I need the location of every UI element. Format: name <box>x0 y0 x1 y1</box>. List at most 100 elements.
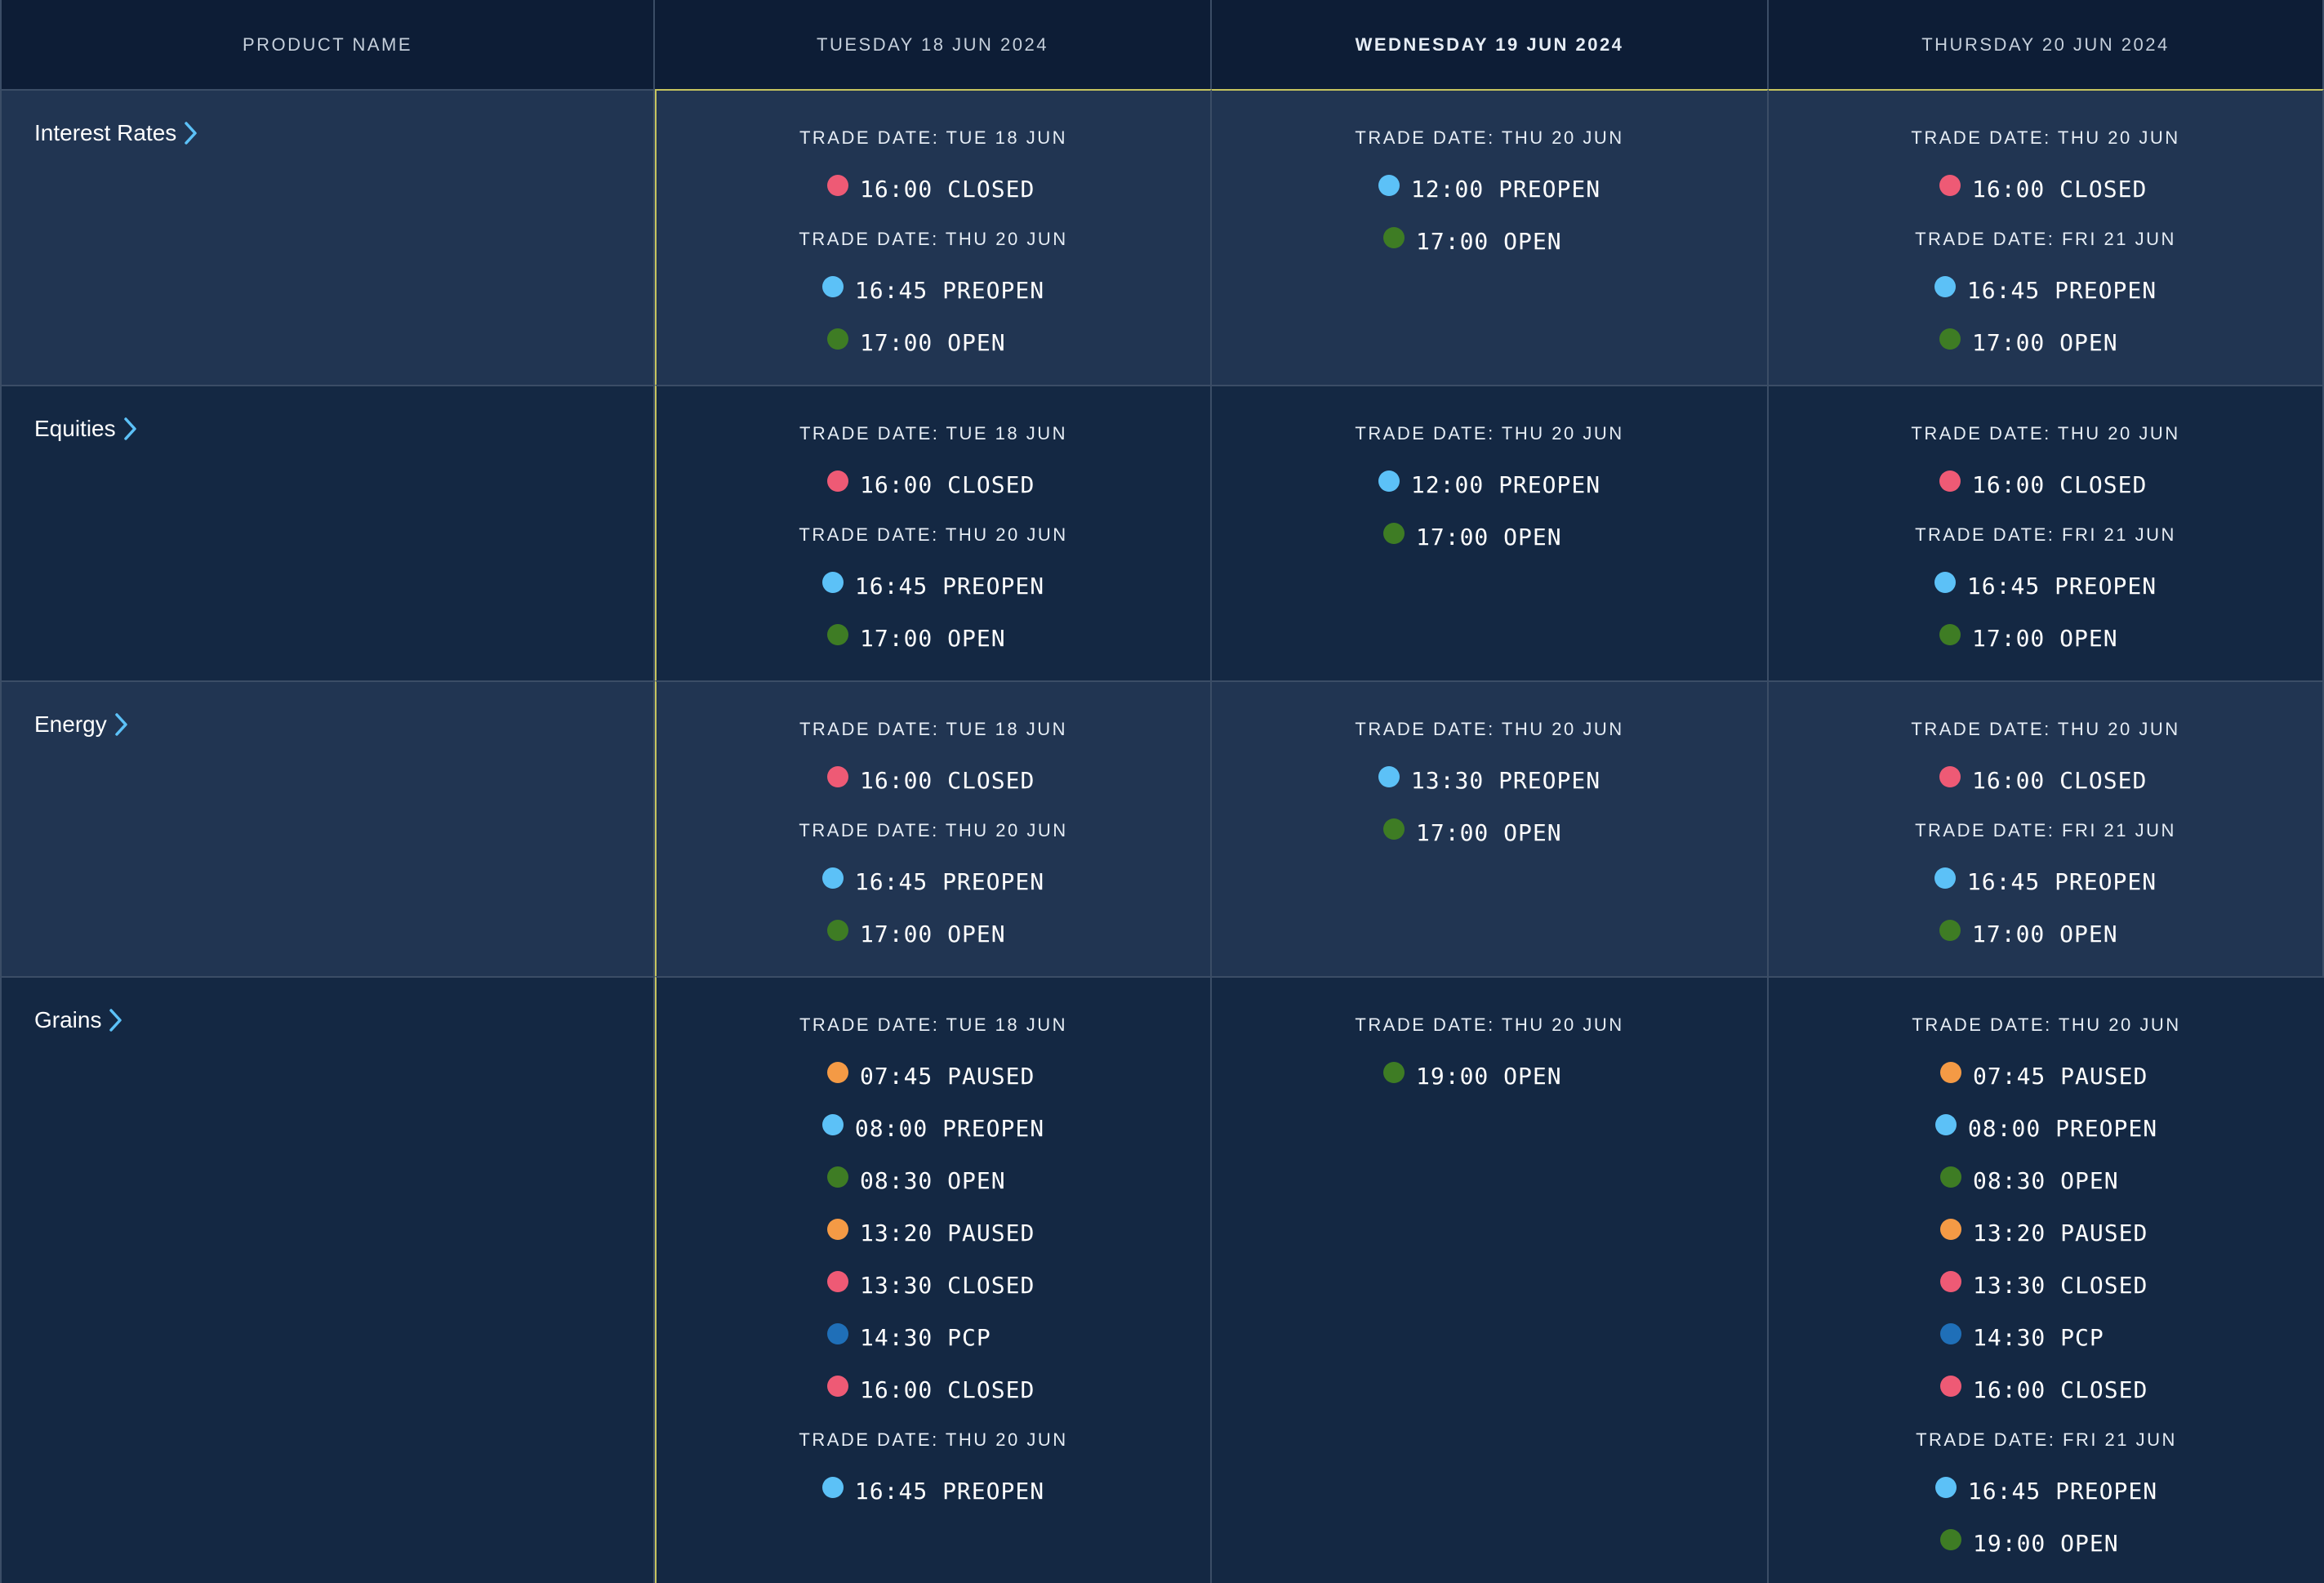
trade-date-label: TRADE DATE: THU 20 JUN <box>1355 127 1624 148</box>
event-time: 13:20 <box>1973 1219 2046 1246</box>
event-time: 16:45 <box>1967 1477 2041 1505</box>
product-name: Grains <box>34 1007 102 1032</box>
event-time: 16:00 <box>860 470 933 498</box>
event-status: PAUSED <box>2060 1062 2148 1090</box>
status-event: 16:45 PREOPEN <box>1934 1476 2158 1505</box>
event-status: CLOSED <box>2059 470 2148 498</box>
event-status: OPEN <box>947 920 1006 948</box>
event-time: 08:30 <box>1973 1166 2046 1194</box>
event-status: OPEN <box>947 1166 1006 1194</box>
event-status: PREOPEN <box>1498 175 1601 203</box>
status-event: 19:00 OPEN <box>1383 1061 1596 1090</box>
event-time: 16:00 <box>1973 1376 2046 1403</box>
status-dot-icon <box>827 1271 848 1292</box>
trade-date-label: TRADE DATE: THU 20 JUN <box>1911 127 2180 148</box>
status-event: 14:30 PCP <box>827 1322 1040 1352</box>
status-event: 16:45 PREOPEN <box>821 275 1044 305</box>
status-event: 16:00 CLOSED <box>827 174 1040 203</box>
header-day-wednesday: WEDNESDAY 19 JUN 2024 <box>1212 0 1769 89</box>
status-dot-icon <box>827 1323 848 1344</box>
status-dot-icon <box>827 328 848 350</box>
status-dot-icon <box>1940 1529 1961 1550</box>
event-time: 16:00 <box>860 1376 933 1403</box>
product-link[interactable]: Energy <box>34 711 130 738</box>
status-event: 16:45 PREOPEN <box>821 1476 1044 1505</box>
status-event: 12:00 PREOPEN <box>1378 174 1601 203</box>
event-time: 16:00 <box>860 175 933 203</box>
status-event: 17:00 OPEN <box>827 919 1040 948</box>
event-time: 07:45 <box>1973 1062 2046 1090</box>
event-time: 13:30 <box>1973 1271 2046 1299</box>
event-status: PREOPEN <box>942 572 1045 600</box>
event-time: 16:00 <box>860 766 933 794</box>
event-time: 13:30 <box>860 1271 933 1299</box>
event-status: OPEN <box>2059 624 2118 652</box>
event-status: OPEN <box>1503 227 1562 255</box>
status-event: 08:00 PREOPEN <box>821 1113 1044 1143</box>
schedule-cell: TRADE DATE: THU 20 JUN 16:00 CLOSED TRADE … <box>1769 385 2324 680</box>
status-dot-icon <box>827 470 848 492</box>
status-event: 13:20 PAUSED <box>1940 1218 2153 1247</box>
chevron-right-icon <box>114 713 127 736</box>
status-event: 19:00 OPEN <box>1940 1528 2153 1558</box>
trade-date-label: TRADE DATE: FRI 21 JUN <box>1916 1429 2177 1450</box>
status-dot-icon <box>1939 624 1961 645</box>
event-time: 19:00 <box>1416 1062 1489 1090</box>
event-time: 08:00 <box>854 1114 928 1142</box>
status-event: 17:00 OPEN <box>827 623 1040 653</box>
schedule-cell: TRADE DATE: THU 20 JUN 07:45 PAUSED 08:00 … <box>1769 976 2324 1583</box>
event-status: PREOPEN <box>1498 766 1601 794</box>
event-time: 17:00 <box>860 624 933 652</box>
status-dot-icon <box>827 1219 848 1240</box>
event-status: OPEN <box>2060 1166 2119 1194</box>
product-row-name-cell: Interest Rates <box>0 89 655 385</box>
status-dot-icon <box>827 1166 848 1188</box>
trade-date-label: TRADE DATE: THU 20 JUN <box>799 1429 1068 1450</box>
event-time: 13:30 <box>1410 766 1485 794</box>
event-status: OPEN <box>2060 1529 2119 1557</box>
schedule-cell: TRADE DATE: THU 20 JUN 19:00 OPEN <box>1212 976 1769 1583</box>
status-event: 17:00 OPEN <box>1939 623 2152 653</box>
chevron-right-icon <box>109 1009 122 1032</box>
status-event: 08:00 PREOPEN <box>1934 1113 2157 1143</box>
trade-date-label: TRADE DATE: THU 20 JUN <box>1355 719 1624 739</box>
trade-date-label: TRADE DATE: THU 20 JUN <box>799 524 1068 545</box>
product-link[interactable]: Grains <box>34 1007 124 1033</box>
trade-date-label: TRADE DATE: TUE 18 JUN <box>799 423 1067 444</box>
event-status: CLOSED <box>2059 766 2148 794</box>
status-dot-icon <box>1383 523 1405 544</box>
event-status: PREOPEN <box>2055 572 2157 600</box>
trade-date-label: TRADE DATE: TUE 18 JUN <box>799 1014 1067 1035</box>
status-event: 16:45 PREOPEN <box>1934 275 2157 305</box>
status-event: 12:00 PREOPEN <box>1378 470 1601 499</box>
status-dot-icon <box>1939 175 1961 196</box>
trade-date-label: TRADE DATE: FRI 21 JUN <box>1915 524 2176 545</box>
event-status: PREOPEN <box>2055 1477 2158 1505</box>
trade-date-label: TRADE DATE: FRI 21 JUN <box>1915 229 2176 249</box>
event-status: OPEN <box>2059 920 2118 948</box>
event-time: 08:00 <box>1967 1114 2041 1142</box>
schedule-cell: TRADE DATE: TUE 18 JUN 07:45 PAUSED 08:00 … <box>655 976 1212 1583</box>
event-status: CLOSED <box>2060 1376 2148 1403</box>
trade-date-label: TRADE DATE: THU 20 JUN <box>1912 1014 2181 1035</box>
product-row-name-cell: Energy <box>0 680 655 976</box>
status-dot-icon <box>821 1114 844 1135</box>
status-event: 13:20 PAUSED <box>827 1218 1040 1247</box>
trade-date-label: TRADE DATE: THU 20 JUN <box>1911 719 2180 739</box>
event-status: PAUSED <box>947 1219 1035 1246</box>
event-time: 16:45 <box>854 572 928 600</box>
status-dot-icon <box>1934 1477 1957 1498</box>
event-time: 12:00 <box>1410 470 1485 498</box>
trade-date-label: TRADE DATE: FRI 21 JUN <box>1915 820 2176 841</box>
event-time: 16:45 <box>1966 276 2041 304</box>
product-name: Interest Rates <box>34 120 177 145</box>
product-link[interactable]: Equities <box>34 416 139 442</box>
status-dot-icon <box>1378 470 1400 492</box>
status-event: 16:45 PREOPEN <box>821 571 1045 600</box>
event-time: 19:00 <box>1973 1529 2046 1557</box>
header-day-thursday: THURSDAY 20 JUN 2024 <box>1769 0 2324 89</box>
event-time: 17:00 <box>1972 624 2046 652</box>
product-link[interactable]: Interest Rates <box>34 120 199 146</box>
event-status: CLOSED <box>947 175 1035 203</box>
event-time: 17:00 <box>1972 328 2046 356</box>
